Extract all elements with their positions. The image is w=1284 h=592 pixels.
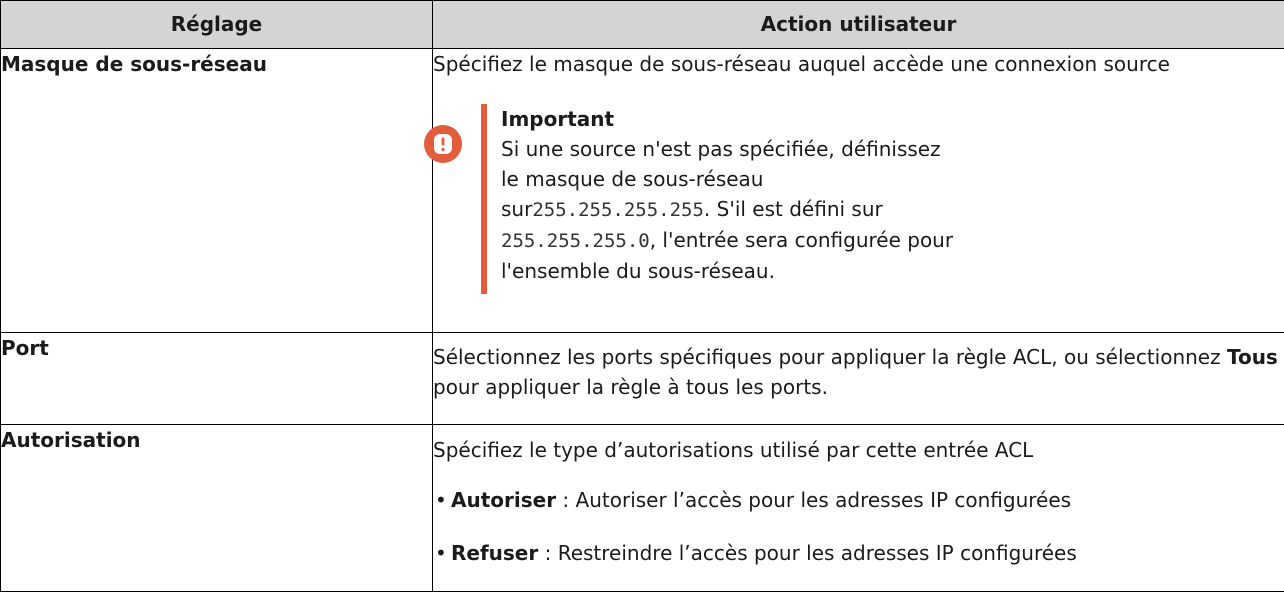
setting-name: Autorisation (1, 425, 433, 592)
note-title: Important (501, 104, 961, 134)
action-text: Spécifiez le masque de sous-réseau auque… (433, 49, 1284, 79)
setting-action: Spécifiez le masque de sous-réseau auque… (433, 49, 1284, 333)
note-body: Important Si une source n'est pas spécif… (501, 104, 961, 294)
table-row: Autorisation Spécifiez le type d’autoris… (1, 425, 1284, 592)
settings-table: Réglage Action utilisateur Masque de sou… (0, 0, 1284, 592)
header-user-action: Action utilisateur (433, 1, 1284, 49)
note-accent-bar (481, 104, 487, 294)
options-list: Autoriser : Autoriser l’accès pour les a… (433, 485, 1284, 568)
action-bold: Tous (1227, 345, 1278, 369)
setting-action: Spécifiez le type d’autorisations utilis… (433, 425, 1284, 592)
setting-name: Masque de sous-réseau (1, 49, 433, 333)
list-item: Refuser : Restreindre l’accès pour les a… (433, 538, 1284, 568)
code-mask-subnet: 255.255.255.0 (501, 230, 650, 252)
exclamation-circle-icon (423, 124, 463, 164)
action-text: pour appliquer la règle à tous les ports… (433, 375, 828, 399)
action-text: Spécifiez le type d’autorisations utilis… (433, 435, 1284, 465)
setting-name: Port (1, 333, 433, 425)
table-header-row: Réglage Action utilisateur (1, 1, 1284, 49)
option-text: : Autoriser l’accès pour les adresses IP… (556, 488, 1071, 512)
note-text-part: . S'il est défini sur (704, 197, 883, 221)
important-note: Important Si une source n'est pas spécif… (423, 104, 1284, 294)
list-item: Autoriser : Autoriser l’accès pour les a… (433, 485, 1284, 515)
code-mask-full: 255.255.255.255 (532, 199, 704, 221)
table-row: Port Sélectionnez les ports spécifiques … (1, 333, 1284, 425)
action-text: Sélectionnez les ports spécifiques pour … (433, 345, 1227, 369)
setting-action: Sélectionnez les ports spécifiques pour … (433, 333, 1284, 425)
option-label: Refuser (451, 541, 538, 565)
table-row: Masque de sous-réseau Spécifiez le masqu… (1, 49, 1284, 333)
note-text: Si une source n'est pas spécifiée, défin… (501, 134, 961, 286)
option-text: : Restreindre l’accès pour les adresses … (538, 541, 1077, 565)
header-setting: Réglage (1, 1, 433, 49)
option-label: Autoriser (451, 488, 556, 512)
